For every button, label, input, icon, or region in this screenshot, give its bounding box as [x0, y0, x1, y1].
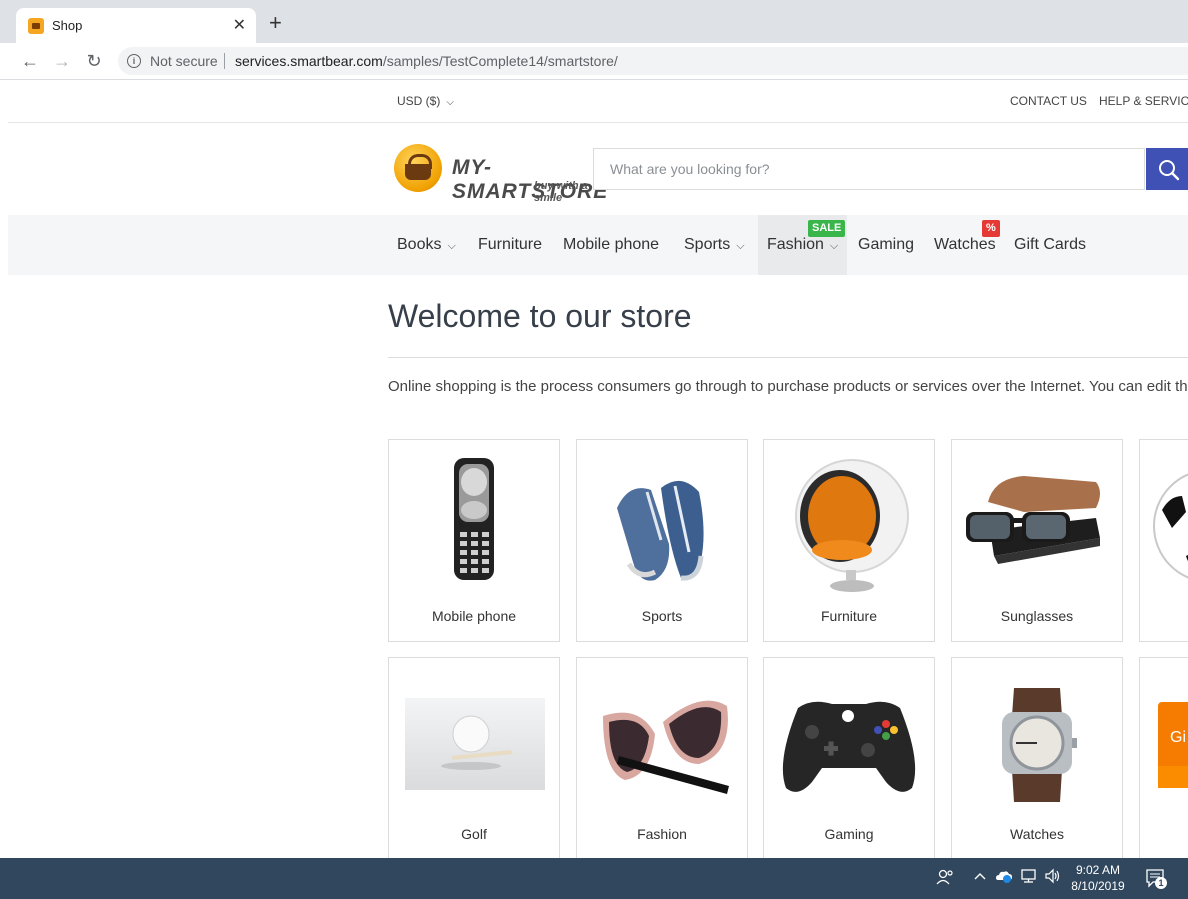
- page-viewport: USD ($) ⌵ CONTACT US HELP & SERVICES MY-S…: [0, 80, 1188, 858]
- sneakers-icon: [617, 480, 704, 581]
- category-label: Gaming: [824, 826, 874, 842]
- category-card-furniture[interactable]: Furniture: [763, 439, 935, 642]
- url-path: /samples/TestComplete14/smartstore/: [382, 53, 618, 69]
- address-divider: [224, 53, 225, 69]
- shop-favicon-icon: [28, 18, 44, 34]
- clock-date: 8/10/2019: [1071, 879, 1125, 893]
- gift-card-icon: Gi: [1158, 702, 1188, 788]
- search-icon: [1159, 160, 1180, 181]
- wristwatch-icon: [1002, 688, 1077, 802]
- gift-card-text: Gi: [1170, 729, 1186, 746]
- discount-badge: %: [982, 220, 1000, 237]
- menu-item-label: Gift Cards: [1014, 236, 1087, 253]
- menu-item-label: Furniture: [478, 236, 543, 253]
- category-card-gaming[interactable]: Gaming: [763, 657, 935, 858]
- system-clock[interactable]: 9:02 AM 8/10/2019: [1066, 862, 1130, 894]
- intro-text: Online shopping is the process consumers…: [388, 378, 1188, 395]
- chevron-down-icon: ⌵: [447, 240, 456, 252]
- info-icon[interactable]: i: [127, 54, 141, 68]
- category-label: Sunglasses: [1000, 608, 1074, 624]
- onedrive-icon[interactable]: [995, 868, 1013, 887]
- menu-item-label: Books: [397, 236, 442, 253]
- fashion-glasses-icon: [603, 700, 729, 794]
- forward-icon[interactable]: →: [50, 49, 74, 73]
- menu-item-mobile-phone[interactable]: Mobile phone: [563, 215, 659, 275]
- show-hidden-icons-icon[interactable]: [972, 868, 988, 887]
- store-logo[interactable]: MY-SMARTSTORE buy with a smile: [394, 144, 607, 204]
- url-text[interactable]: services.smartbear.com/samples/TestCompl…: [235, 53, 618, 69]
- back-icon[interactable]: ←: [18, 49, 42, 73]
- search-input[interactable]: [594, 149, 1134, 189]
- category-card-fashion[interactable]: Fashion: [576, 657, 748, 858]
- menu-item-books[interactable]: Books ⌵: [397, 215, 456, 275]
- category-card-sports[interactable]: Sports: [576, 439, 748, 642]
- category-label: Golf: [461, 826, 487, 842]
- tab-title: Shop: [52, 18, 83, 33]
- menu-item-gaming[interactable]: Gaming: [858, 215, 914, 275]
- chevron-down-icon: ⌵: [829, 240, 839, 252]
- category-label: Fashion: [637, 826, 687, 842]
- menu-item-gift-cards[interactable]: Gift Cards: [1014, 215, 1086, 275]
- soccer-ball-icon: [1153, 473, 1188, 579]
- close-tab-icon[interactable]: ✕: [233, 15, 246, 35]
- game-controller-icon: [782, 701, 916, 792]
- security-status[interactable]: Not secure: [150, 53, 218, 69]
- main-menu: Books ⌵ Furniture Mobile phone Sports ⌵ Fa…: [8, 215, 1188, 275]
- action-center-icon[interactable]: 1: [1145, 868, 1167, 889]
- category-card-golf[interactable]: Golf: [388, 657, 560, 858]
- chevron-down-icon: ⌵: [446, 97, 454, 108]
- network-icon[interactable]: [1020, 868, 1038, 887]
- category-label: Furniture: [820, 608, 878, 624]
- title-divider: [388, 357, 1188, 358]
- currency-selector[interactable]: USD ($) ⌵: [397, 94, 454, 108]
- browser-tab[interactable]: Shop ✕: [16, 8, 256, 43]
- page-title: Welcome to our store: [388, 298, 692, 334]
- address-bar[interactable]: i Not secure services.smartbear.com/samp…: [118, 47, 1188, 75]
- menu-item-label: Fashion: [767, 236, 824, 253]
- windows-taskbar: 9:02 AM 8/10/2019 1: [0, 858, 1188, 899]
- menu-item-label: Mobile phone: [563, 236, 660, 253]
- category-label: Mobile phone: [431, 608, 517, 624]
- browser-toolbar: ← → ↻ i Not secure services.smartbear.co…: [0, 43, 1188, 80]
- browser-tab-strip: Shop ✕ +: [0, 0, 1188, 43]
- category-card-mobile-phone[interactable]: Mobile phone: [388, 439, 560, 642]
- contact-us-link[interactable]: CONTACT US: [1010, 94, 1087, 108]
- category-card-gift-cards[interactable]: Gi: [1139, 657, 1188, 858]
- menu-item-label: Sports: [684, 236, 731, 253]
- basket-icon: [394, 144, 442, 192]
- clock-time: 9:02 AM: [1075, 863, 1121, 877]
- menu-item-label: Gaming: [858, 236, 915, 253]
- ball-chair-icon: [795, 459, 909, 592]
- store-topbar: USD ($) ⌵ CONTACT US HELP & SERVICES: [8, 80, 1188, 123]
- sunglasses-icon: [966, 476, 1100, 564]
- category-card-sunglasses[interactable]: Sunglasses: [951, 439, 1123, 642]
- menu-item-sports[interactable]: Sports ⌵: [684, 215, 745, 275]
- mobile-phone-icon: [454, 458, 494, 580]
- search-button[interactable]: [1146, 148, 1188, 190]
- category-card-soccer[interactable]: [1139, 439, 1188, 642]
- reload-icon[interactable]: ↻: [82, 49, 106, 73]
- currency-label: USD ($): [397, 94, 441, 108]
- sale-badge: SALE: [808, 220, 846, 237]
- category-label: Sports: [641, 608, 683, 624]
- category-label: Watches: [1010, 826, 1064, 842]
- url-host: services.smartbear.com: [235, 53, 383, 69]
- category-card-watches[interactable]: Watches: [951, 657, 1123, 858]
- store-header: MY-SMARTSTORE buy with a smile: [8, 123, 1188, 215]
- golf-ball-icon: [405, 698, 545, 790]
- help-services-link[interactable]: HELP & SERVICES: [1099, 94, 1188, 108]
- people-icon[interactable]: [936, 868, 954, 889]
- search-box: [593, 148, 1145, 190]
- notification-count-badge: 1: [1155, 877, 1167, 889]
- menu-item-label: Watches: [934, 236, 996, 253]
- chevron-down-icon: ⌵: [736, 240, 745, 252]
- new-tab-icon[interactable]: +: [269, 12, 282, 34]
- menu-item-furniture[interactable]: Furniture: [478, 215, 542, 275]
- volume-icon[interactable]: [1044, 868, 1062, 887]
